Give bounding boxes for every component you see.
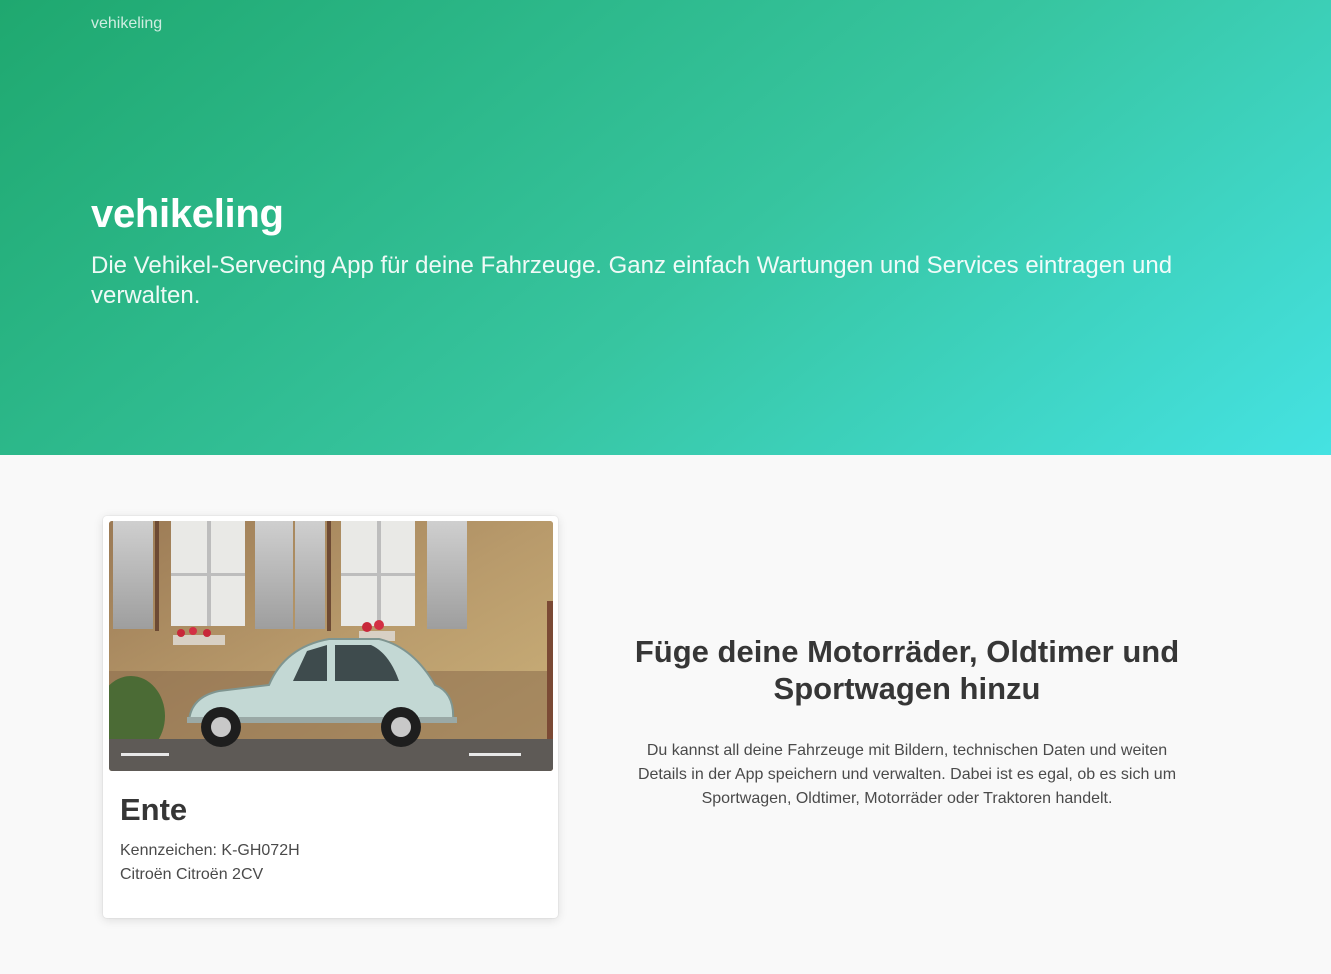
feature-text: Du kannst all deine Fahrzeuge mit Bilder… [637, 742, 1177, 807]
vehicle-card[interactable]: Ente Kennzeichen: K-GH072H Citroën Citro… [103, 516, 558, 918]
navbar-brand-link[interactable]: vehikeling [91, 15, 162, 33]
hero-banner: vehikeling vehikeling Die Vehikel-Servec… [0, 0, 1331, 455]
feature-heading: Füge deine Motorräder, Oldtimer und Spor… [634, 634, 1180, 706]
hero-subtitle: Die Vehikel-Servecing App für deine Fahr… [91, 252, 1173, 309]
vehicle-plate: Kennzeichen: K-GH072H [120, 842, 300, 859]
vehicle-image [109, 521, 553, 771]
hero-title: vehikeling [91, 192, 284, 236]
vehicle-name: Ente [120, 792, 188, 827]
vehicle-model: Citroën Citroën 2CV [120, 866, 264, 883]
content-section: Ente Kennzeichen: K-GH072H Citroën Citro… [0, 455, 1331, 974]
vehicle-photo-icon [109, 521, 553, 771]
feature-description: Füge deine Motorräder, Oldtimer und Spor… [625, 633, 1189, 811]
